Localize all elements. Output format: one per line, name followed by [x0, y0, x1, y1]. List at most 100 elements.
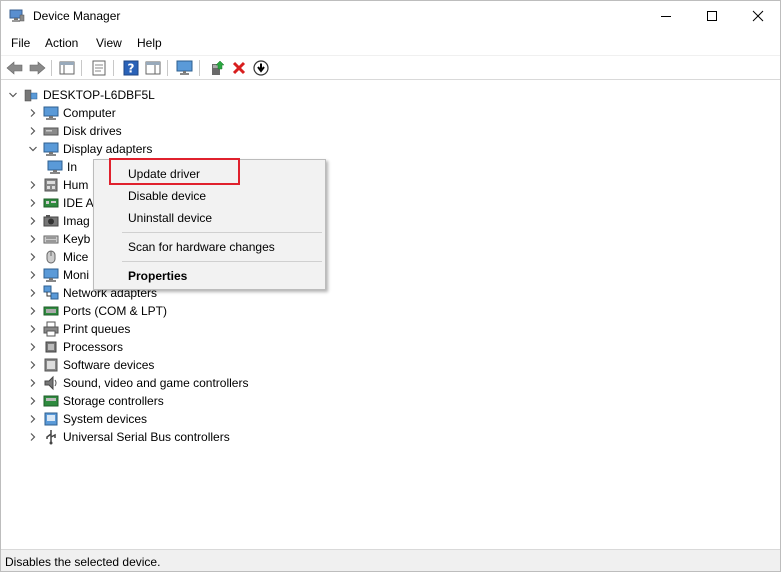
- device-manager-app-icon: [9, 9, 25, 23]
- chevron-right-icon[interactable]: [27, 374, 39, 392]
- back-arrow-icon: [6, 61, 23, 75]
- ctx-uninstall-device[interactable]: Uninstall device: [128, 211, 212, 225]
- tree-item-label: Keyb: [63, 232, 91, 246]
- properties-icon: [92, 60, 106, 76]
- tree-category-item[interactable]: Storage controllers: [27, 392, 164, 410]
- chevron-right-icon[interactable]: [27, 410, 39, 428]
- help-toolbar-button[interactable]: ?: [121, 59, 141, 77]
- tree-category-item[interactable]: System devices: [27, 410, 147, 428]
- tree-item-label: Processors: [63, 340, 124, 354]
- menu-file[interactable]: File: [11, 36, 30, 50]
- toolbar-separator: [167, 60, 168, 76]
- tree-item-label: Mice: [63, 250, 89, 264]
- chevron-right-icon[interactable]: [27, 122, 39, 140]
- chevron-down-icon[interactable]: [27, 140, 39, 158]
- monitor-icon: [43, 267, 59, 283]
- menu-view[interactable]: View: [96, 36, 122, 50]
- chevron-right-icon[interactable]: [27, 248, 39, 266]
- ctx-properties[interactable]: Properties: [128, 269, 187, 283]
- help-icon: ?: [123, 60, 139, 76]
- menu-action[interactable]: Action: [45, 36, 78, 50]
- chevron-right-icon[interactable]: [27, 104, 39, 122]
- tree-category-item[interactable]: Software devices: [27, 356, 154, 374]
- tree-category-item[interactable]: Hum: [27, 176, 88, 194]
- ctx-disable-device[interactable]: Disable device: [128, 189, 206, 203]
- chevron-right-icon[interactable]: [27, 356, 39, 374]
- close-button[interactable]: [735, 1, 781, 31]
- storage-icon: [43, 393, 59, 409]
- delete-x-icon: [232, 61, 246, 75]
- printer-icon: [43, 321, 59, 337]
- tree-category-item[interactable]: Imag: [27, 212, 90, 230]
- chevron-right-icon[interactable]: [27, 302, 39, 320]
- status-text: Disables the selected device.: [5, 555, 161, 569]
- forward-button[interactable]: [27, 59, 47, 77]
- toolbar-separator: [199, 60, 200, 76]
- tree-item-label: Imag: [63, 214, 90, 228]
- tree-item-label: Display adapters: [63, 142, 153, 156]
- tree-category-item[interactable]: Disk drives: [27, 122, 122, 140]
- chevron-right-icon[interactable]: [27, 176, 39, 194]
- display-adapter-icon: [47, 159, 63, 175]
- tree-item-label: Moni: [63, 268, 90, 282]
- title-bar[interactable]: Device Manager: [1, 1, 780, 31]
- device-manager-window: Device Manager File Action View Help ? D…: [0, 0, 781, 572]
- console-tree-icon: [59, 61, 75, 75]
- tree-category-item[interactable]: Display adapters: [27, 140, 152, 158]
- tree-item-label: System devices: [63, 412, 148, 426]
- toolbar-separator: [81, 60, 82, 76]
- svg-text:?: ?: [128, 62, 135, 76]
- toolbar-separator: [113, 60, 114, 76]
- tree-category-item[interactable]: Keyb: [27, 230, 90, 248]
- chevron-right-icon[interactable]: [27, 266, 39, 284]
- tree-item-label: Print queues: [63, 322, 131, 336]
- show-hide-tree-button[interactable]: [57, 59, 77, 77]
- properties-toolbar-button[interactable]: [89, 59, 109, 77]
- tree-category-item[interactable]: Computer: [27, 104, 116, 122]
- system-device-icon: [43, 411, 59, 427]
- ctx-separator: [122, 232, 322, 233]
- action-pane-button[interactable]: [143, 59, 163, 77]
- ctx-scan-hardware[interactable]: Scan for hardware changes: [128, 240, 275, 254]
- menu-help[interactable]: Help: [137, 36, 162, 50]
- tree-category-item[interactable]: Mice: [27, 248, 88, 266]
- chevron-right-icon[interactable]: [27, 428, 39, 446]
- tree-item-label: Disk drives: [63, 124, 122, 138]
- chevron-right-icon[interactable]: [27, 194, 39, 212]
- tree-category-item[interactable]: Moni: [27, 266, 89, 284]
- tree-category-item[interactable]: Universal Serial Bus controllers: [27, 428, 230, 446]
- minimize-button[interactable]: [643, 1, 689, 31]
- keyboard-icon: [43, 231, 59, 247]
- uninstall-device-toolbar-button[interactable]: [229, 59, 249, 77]
- tree-root-label: DESKTOP-L6DBF5L: [43, 88, 155, 102]
- chevron-right-icon[interactable]: [27, 212, 39, 230]
- chevron-down-icon[interactable]: [7, 86, 19, 104]
- tree-item-label: Computer: [63, 106, 116, 120]
- scan-hardware-button[interactable]: [175, 59, 195, 77]
- chevron-right-icon[interactable]: [27, 320, 39, 338]
- tree-item-label: Software devices: [63, 358, 155, 372]
- tree-category-item[interactable]: IDE A: [27, 194, 94, 212]
- chevron-right-icon[interactable]: [27, 284, 39, 302]
- chevron-right-icon[interactable]: [27, 230, 39, 248]
- tree-root-node[interactable]: DESKTOP-L6DBF5L: [7, 86, 155, 104]
- tree-category-item[interactable]: Processors: [27, 338, 123, 356]
- update-driver-toolbar-button[interactable]: [207, 59, 227, 77]
- tree-item-label: Universal Serial Bus controllers: [63, 430, 230, 444]
- tree-item-label: Hum: [63, 178, 89, 192]
- tree-child-item[interactable]: In: [47, 158, 77, 176]
- maximize-button[interactable]: [689, 1, 735, 31]
- back-button[interactable]: [5, 59, 25, 77]
- chevron-right-icon[interactable]: [27, 338, 39, 356]
- tree-category-item[interactable]: Ports (COM & LPT): [27, 302, 167, 320]
- tree-item-label: Sound, video and game controllers: [63, 376, 249, 390]
- hid-icon: [43, 177, 59, 193]
- disable-device-toolbar-button[interactable]: [251, 59, 271, 77]
- imaging-icon: [43, 213, 59, 229]
- tree-category-item[interactable]: Sound, video and game controllers: [27, 374, 248, 392]
- chevron-right-icon[interactable]: [27, 392, 39, 410]
- tree-category-item[interactable]: Print queues: [27, 320, 130, 338]
- software-device-icon: [43, 357, 59, 373]
- display-adapter-icon: [43, 141, 59, 157]
- action-pane-icon: [145, 61, 161, 75]
